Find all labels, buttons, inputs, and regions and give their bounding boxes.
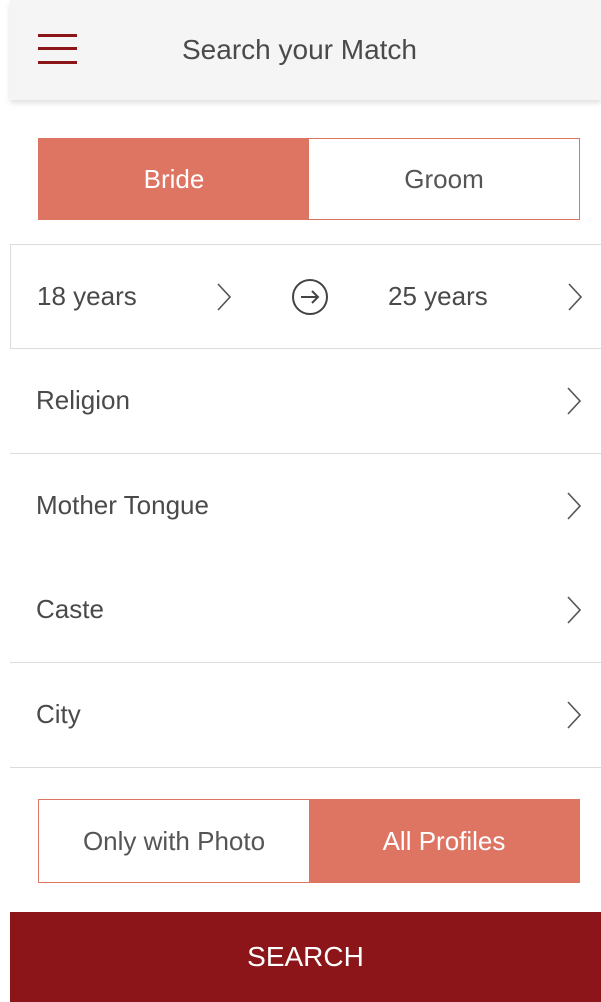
chevron-right-icon [567,701,581,729]
religion-label: Religion [36,385,130,415]
mother-tongue-filter-row[interactable]: Mother Tongue [10,454,601,559]
age-range-row: 18 years 25 years [10,244,601,349]
chevron-right-icon [567,596,581,624]
religion-filter-row[interactable]: Religion [10,349,601,454]
age-to-value[interactable]: 25 years [388,281,488,312]
search-button[interactable]: SEARCH [10,912,601,1002]
all-profiles-option[interactable]: All Profiles [309,800,579,882]
chevron-right-icon [567,492,581,520]
caste-filter-row[interactable]: Caste [10,558,601,663]
page-title: Search your Match [182,34,417,65]
gender-toggle: Bride Groom [38,138,580,220]
arrow-right-circle-icon [290,277,330,317]
chevron-right-icon [567,387,581,415]
caste-label: Caste [36,594,104,624]
groom-option[interactable]: Groom [309,139,579,219]
bride-option[interactable]: Bride [39,139,309,219]
only-with-photo-option[interactable]: Only with Photo [39,800,309,882]
age-from-chevron-right-icon[interactable] [217,283,231,311]
mother-tongue-label: Mother Tongue [36,490,209,520]
hamburger-menu-icon[interactable] [38,32,77,66]
age-to-chevron-right-icon[interactable] [568,283,582,311]
city-label: City [36,699,81,729]
city-filter-row[interactable]: City [10,663,601,768]
app-header: Search your Match [10,0,601,100]
age-from-value[interactable]: 18 years [37,281,137,312]
photo-filter-toggle: Only with Photo All Profiles [38,799,580,883]
